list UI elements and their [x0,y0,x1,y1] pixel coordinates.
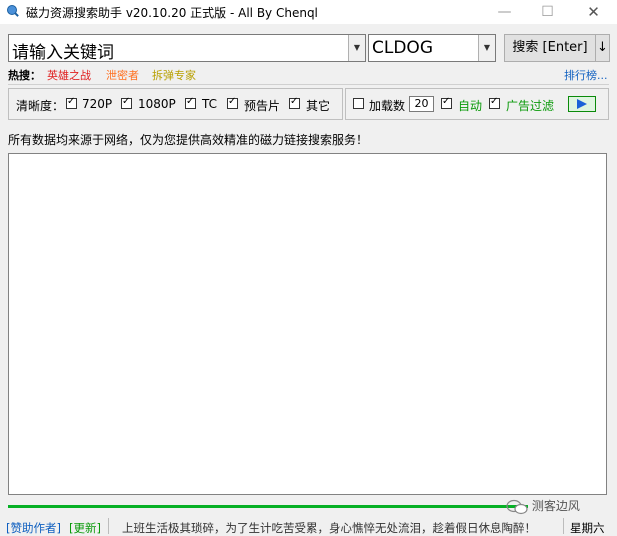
results-list[interactable] [8,153,607,495]
hot-search-label: 热搜： [8,69,41,82]
status-message: 上班生活极其琐碎，为了生计吃苦受累，身心憔悴无处流泪，趁着假日休息陶醉！ [122,521,536,535]
engine-dropdown-icon[interactable]: ▼ [478,35,495,61]
checkbox-trailer-label: 预告片 [244,99,281,113]
download-button[interactable]: ↓ [596,34,610,62]
engine-select-value: CLDOG [372,38,433,58]
checkbox-720p[interactable] [66,96,77,109]
window-title: 磁力资源搜索助手 v20.10.20 正式版 - All By Chenql [26,6,318,20]
auto-label: 自动 [458,99,483,113]
maximize-button[interactable]: ☐ [525,0,570,24]
checkbox-auto[interactable] [441,96,452,109]
load-count-input[interactable]: 20 [409,96,434,112]
notice-text: 所有数据均来源于网络，仅为您提供高效精准的磁力链接搜索服务！ [8,133,369,147]
checkbox-tc-label: TC [202,97,218,111]
watermark-text: 测客边风 [531,499,580,513]
divider [8,84,609,85]
watermark: 测客边风 [506,497,580,515]
progress-bar [8,505,528,508]
weekday-label: 星期六 [570,521,605,535]
minimize-button[interactable]: — [482,0,527,24]
keyword-dropdown-icon[interactable]: ▼ [348,35,365,61]
play-icon [577,99,587,109]
donate-link[interactable]: [赞助作者] [6,520,61,536]
load-count-label: 加载数 [369,99,406,113]
hot-search-item[interactable]: 拆弹专家 [152,67,196,83]
engine-select[interactable]: CLDOG ▼ [368,34,496,62]
checkbox-load-count[interactable] [353,98,364,109]
keyword-input[interactable]: 请输入关键词 ▼ [8,34,366,63]
keyword-input-value: 请输入关键词 [12,43,114,63]
status-divider [563,518,564,534]
play-button[interactable] [568,96,596,112]
hot-search-item[interactable]: 英雄之战 [47,67,91,83]
checkbox-720p-label: 720P [82,97,113,111]
checkbox-tc[interactable] [185,96,196,109]
hot-search-item[interactable]: 泄密者 [106,67,139,83]
ad-filter-label: 广告过滤 [506,99,555,113]
checkbox-trailer[interactable] [227,96,238,109]
checkbox-1080p[interactable] [121,96,132,109]
checkbox-other-label: 其它 [306,99,331,113]
checkbox-ad-filter[interactable] [489,96,500,109]
close-button[interactable]: ✕ [571,0,616,24]
quality-label: 清晰度： [16,99,65,113]
update-link[interactable]: [更新] [69,520,101,536]
search-button[interactable]: 搜索 [Enter] [504,34,596,62]
checkbox-1080p-label: 1080P [138,97,176,111]
checkbox-other[interactable] [289,96,300,109]
wechat-icon [506,499,528,514]
title-bar: 磁力资源搜索助手 v20.10.20 正式版 - All By Chenql —… [0,0,617,24]
ranking-link[interactable]: 排行榜... [564,67,608,83]
status-divider [108,518,109,534]
app-icon [7,5,19,17]
